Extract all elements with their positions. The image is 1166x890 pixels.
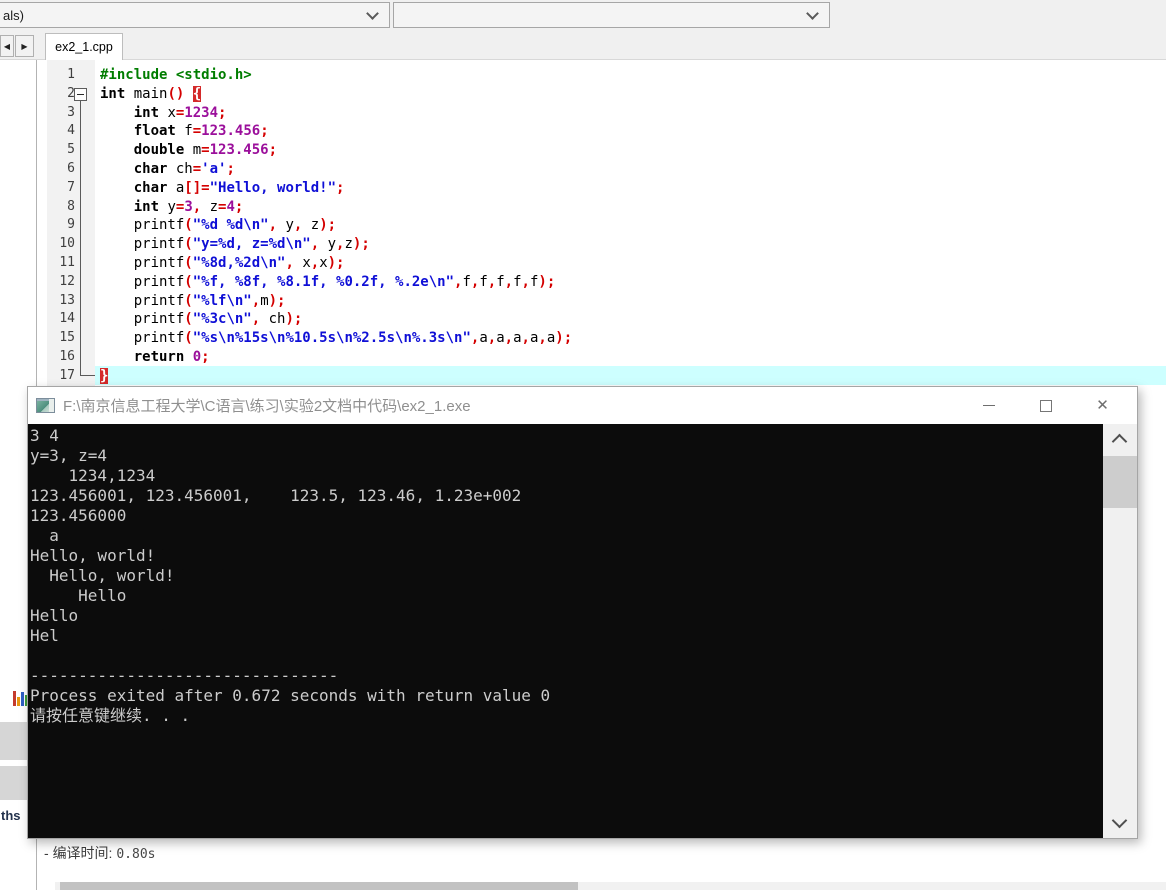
line-number: 16 bbox=[59, 349, 75, 364]
line-number: 9 bbox=[67, 217, 75, 233]
console-client-area[interactable]: 3 4 y=3, z=4 1234,1234 123.456001, 123.4… bbox=[28, 424, 1103, 838]
tab-ex2_1-cpp[interactable]: ex2_1.cpp bbox=[45, 33, 123, 60]
code-line: double m=123.456; bbox=[133, 142, 278, 159]
scroll-up-icon[interactable] bbox=[1111, 433, 1128, 450]
console-title-text: F:\南京信息工程大学\C语言\练习\实验2文档中代码\ex2_1.exe bbox=[63, 398, 471, 415]
bar-chart-icon bbox=[17, 697, 20, 706]
code-line: printf("%d %d\n", y, z); bbox=[100, 217, 337, 234]
line-number: 13 bbox=[59, 292, 75, 308]
maximize-button[interactable] bbox=[1017, 387, 1074, 424]
tab-scroll-right-button[interactable]: ▶ bbox=[15, 35, 34, 57]
compile-time-status: - 编译时间: 0.80s bbox=[44, 843, 155, 863]
bar-chart-icon bbox=[21, 692, 24, 706]
code-line: char a[]="Hello, world!"; bbox=[133, 179, 345, 196]
line-number: 2 bbox=[67, 85, 75, 101]
compile-time-value: 0.80s bbox=[116, 847, 156, 862]
console-vertical-scrollbar[interactable] bbox=[1103, 424, 1137, 838]
line-number: 3 bbox=[67, 104, 75, 120]
line-number: 10 bbox=[59, 236, 75, 252]
horizontal-scrollbar[interactable] bbox=[55, 882, 1166, 890]
chevron-down-icon bbox=[366, 6, 379, 20]
fold-guide-line bbox=[80, 101, 81, 376]
line-number: 6 bbox=[67, 161, 75, 176]
line-number: 12 bbox=[59, 273, 75, 289]
panel-button[interactable] bbox=[0, 722, 27, 760]
current-line-highlight bbox=[95, 366, 1166, 386]
arrow-left-icon: ◀ bbox=[3, 41, 11, 51]
console-app-icon bbox=[36, 398, 55, 413]
scroll-down-icon[interactable] bbox=[1111, 812, 1128, 829]
console-output-text: 3 4 y=3, z=4 1234,1234 123.456001, 123.4… bbox=[30, 426, 551, 725]
code-line: int y=3, z=4; bbox=[133, 198, 244, 215]
window-controls: ✕ bbox=[960, 387, 1131, 424]
code-line: printf("%8d,%2d\n", x,x); bbox=[100, 255, 345, 271]
code-line: printf("y=%d, z=%d\n", y,z); bbox=[100, 236, 370, 253]
code-editor-surface[interactable]: 1 #include <stdio.h> 2 int main() { 3 int x=… bbox=[37, 60, 1166, 390]
code-line: } bbox=[100, 367, 109, 384]
class-browser-dropdown-value: als) bbox=[3, 7, 24, 23]
toolbar-strip: als) bbox=[0, 0, 1166, 30]
minimize-button[interactable] bbox=[960, 387, 1017, 424]
close-icon: ✕ bbox=[1096, 397, 1109, 414]
status-dash: - bbox=[44, 845, 53, 861]
close-button[interactable]: ✕ bbox=[1074, 387, 1131, 424]
scrollbar-thumb[interactable] bbox=[60, 882, 578, 890]
code-line: #include <stdio.h> bbox=[100, 67, 252, 83]
code-line: char ch='a'; bbox=[133, 161, 235, 177]
editor-tab-bar: ◀ ▶ ex2_1.cpp bbox=[0, 30, 1166, 60]
line-number: 1 bbox=[67, 67, 75, 82]
minimize-icon bbox=[982, 405, 995, 406]
compile-result-tab-label[interactable]: ths bbox=[1, 808, 21, 823]
tab-label: ex2_1.cpp bbox=[55, 40, 113, 54]
line-number: 11 bbox=[59, 255, 75, 270]
console-title-bar[interactable]: F:\南京信息工程大学\C语言\练习\实验2文档中代码\ex2_1.exe ✕ bbox=[28, 387, 1137, 424]
bar-chart-icon bbox=[13, 691, 16, 706]
line-number: 5 bbox=[67, 142, 75, 158]
code-line: int main() { bbox=[100, 85, 202, 102]
code-line: return 0; bbox=[133, 349, 210, 365]
compile-time-label: 编译时间: bbox=[52, 845, 117, 861]
console-window: F:\南京信息工程大学\C语言\练习\实验2文档中代码\ex2_1.exe ✕ … bbox=[27, 386, 1138, 839]
panel-button[interactable] bbox=[0, 766, 27, 800]
line-number: 17 bbox=[59, 367, 75, 383]
member-browser-dropdown[interactable] bbox=[393, 2, 830, 28]
line-number: 15 bbox=[59, 330, 75, 346]
fold-guide-corner bbox=[80, 375, 95, 376]
line-number: 4 bbox=[67, 123, 75, 139]
class-browser-dropdown[interactable]: als) bbox=[0, 2, 390, 28]
tab-scroll-left-button[interactable]: ◀ bbox=[0, 35, 14, 57]
maximize-icon bbox=[1039, 399, 1052, 412]
code-line: float f=123.456; bbox=[133, 123, 269, 140]
compile-log-panel: - 编译时间: 0.80s bbox=[37, 838, 1166, 890]
line-number: 7 bbox=[67, 179, 75, 195]
fold-collapse-icon[interactable] bbox=[74, 88, 87, 101]
chevron-down-icon bbox=[806, 6, 819, 20]
scrollbar-thumb[interactable] bbox=[1103, 456, 1137, 508]
line-number: 14 bbox=[59, 311, 75, 327]
line-number: 8 bbox=[67, 198, 75, 214]
code-line: printf("%f, %8f, %8.1f, %0.2f, %.2e\n",f… bbox=[100, 273, 556, 290]
code-line: int x=1234; bbox=[133, 104, 227, 121]
arrow-right-icon: ▶ bbox=[21, 41, 28, 51]
code-line: printf("%s\n%15s\n%10.5s\n%2.5s\n%.3s\n"… bbox=[100, 330, 573, 347]
code-line: printf("%lf\n",m); bbox=[100, 292, 286, 309]
code-line: printf("%3c\n", ch); bbox=[100, 311, 303, 328]
